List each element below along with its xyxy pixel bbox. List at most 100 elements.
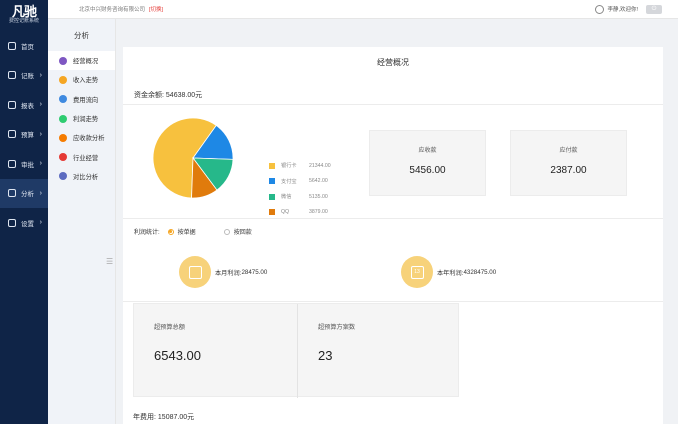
submenu-item-0[interactable]: 经营概况 (48, 51, 115, 71)
home-icon (8, 41, 16, 50)
logo-text: 凡驰 (11, 4, 37, 19)
receivable-card[interactable]: 应收款 5456.00 (369, 130, 486, 196)
month-profit-item: 本月利润: 28475.00 (179, 256, 267, 288)
over-budget-plans-value: 23 (318, 348, 333, 363)
month-profit-label: 本月利润: (215, 269, 242, 277)
radio-label: 按单据 (177, 230, 196, 236)
submenu-item-icon (59, 75, 67, 84)
legend-swatch (269, 193, 275, 200)
radio-button[interactable] (167, 228, 174, 235)
annual-cost-line: 年费用: 15087.00元 (133, 412, 194, 422)
submenu-item-label: 经营概况 (73, 58, 99, 66)
legend-swatch (269, 162, 275, 169)
legend-item: 支付宝 5642.00 (269, 174, 331, 190)
sidebar-item-label: 报表 (21, 102, 34, 110)
radio-label: 按回款 (233, 230, 252, 236)
switch-company-link[interactable]: [切换] (149, 5, 163, 13)
power-button[interactable]: ⏻ (646, 4, 662, 14)
profit-stats-filter: 利润统计: 按单据 按回款 (134, 227, 280, 236)
submenu-item-label: 费用流向 (73, 96, 99, 104)
receivable-label: 应收款 (418, 148, 437, 154)
fund-pie-chart (152, 117, 234, 199)
annual-cost-value: 15087.00元 (157, 414, 195, 421)
annual-cost-label: 年费用: (133, 414, 156, 421)
submenu-item-icon (59, 133, 67, 142)
sub-menu-title: 分析 (74, 30, 89, 40)
logo-subtitle: 费控记账系统 (8, 18, 39, 24)
radio-button[interactable] (223, 228, 230, 235)
sidebar-item-label: 预算 (21, 132, 34, 140)
report-icon (8, 100, 16, 109)
over-budget-plans-card[interactable]: 超预算方案数 23 (297, 304, 459, 398)
chevron-right-icon: › (39, 189, 42, 197)
month-profit-value: 28475.00 (241, 268, 268, 276)
sidebar-item-0[interactable]: 首页 (0, 31, 48, 61)
sidebar-item-5[interactable]: 分析 › (0, 178, 48, 208)
balance-value: 54638.00元 (165, 92, 203, 99)
sidebar-item-4[interactable]: 审批 › (0, 149, 48, 179)
page-title: 经营概况 (377, 58, 409, 67)
legend-item: 银行卡 21344.00 (269, 158, 331, 174)
payable-card[interactable]: 应付款 2387.00 (510, 130, 627, 196)
chevron-right-icon: › (39, 219, 42, 227)
legend-item: 微信 5135.00 (269, 189, 331, 205)
submenu-item-label: 行业经营 (73, 154, 99, 162)
main-panel: 经营概况 资金余额: 54638.00元 银行卡 21344.00 支付宝 5642.… (123, 47, 663, 424)
submenu-item-label: 应收款分析 (73, 135, 105, 143)
sidebar-item-6[interactable]: 设置 › (0, 208, 48, 238)
submenu-item-2[interactable]: 费用流向 (48, 90, 115, 109)
user-icon (595, 4, 605, 14)
over-budget-total-card[interactable]: 超预算总额 6543.00 (134, 304, 296, 398)
chevron-right-icon: › (39, 130, 42, 138)
balance-line: 资金余额: 54638.00元 (134, 90, 202, 100)
submenu-item-3[interactable]: 利润走势 (48, 109, 115, 128)
calendar-badge: 13 (410, 265, 424, 279)
radio-by-collection[interactable]: 按回款 (223, 227, 252, 236)
legend-label: QQ (281, 209, 290, 216)
sidebar-item-label: 审批 (21, 161, 34, 169)
legend-label: 支付宝 (281, 178, 297, 185)
sidebar-item-label: 首页 (21, 43, 34, 51)
year-profit-label: 本年利润: (437, 269, 464, 277)
over-budget-total-label: 超预算总额 (154, 324, 185, 331)
divider (123, 104, 663, 105)
submenu-item-6[interactable]: 对比分析 (48, 167, 115, 186)
budget-summary: 超预算总额 6543.00 超预算方案数 23 (133, 303, 459, 398)
sidebar-item-2[interactable]: 报表 › (0, 90, 48, 120)
legend-value: 21344.00 (309, 162, 331, 169)
legend-swatch (269, 209, 275, 216)
submenu-item-4[interactable]: 应收款分析 (48, 128, 115, 147)
year-profit-item: 13 本年利润: 4328475.00 (401, 256, 496, 288)
chevron-right-icon: › (39, 101, 42, 109)
collapse-handle-icon[interactable]: ☰ (106, 257, 113, 266)
balance-label: 资金余额: (134, 92, 164, 99)
settings-icon (8, 218, 16, 227)
chevron-right-icon: › (39, 71, 42, 79)
company-name: 北京中兴财务咨询有限公司 (79, 7, 146, 13)
sidebar-item-label: 设置 (21, 220, 34, 228)
submenu-item-5[interactable]: 行业经营 (48, 147, 115, 166)
analysis-icon (8, 189, 16, 198)
legend-swatch (269, 178, 275, 185)
submenu-item-label: 对比分析 (73, 173, 99, 181)
sidebar-item-1[interactable]: 记账 › (0, 61, 48, 91)
payable-label: 应付款 (559, 148, 578, 154)
receivable-value: 5456.00 (409, 165, 446, 176)
submenu-item-icon (59, 95, 67, 104)
legend-label: 银行卡 (281, 163, 297, 170)
submenu-item-1[interactable]: 收入走势 (48, 70, 115, 89)
divider (123, 301, 663, 302)
legend-value: 3879.00 (309, 209, 328, 216)
budget-icon (8, 130, 16, 139)
sidebar-item-label: 分析 (21, 191, 34, 199)
submenu-item-icon (59, 114, 67, 123)
approval-icon (8, 159, 16, 168)
chevron-right-icon: › (39, 160, 42, 168)
over-budget-plans-label: 超预算方案数 (318, 324, 356, 331)
radio-by-document[interactable]: 按单据 (167, 227, 196, 236)
main-sidebar: 凡驰 费控记账系统 首页记账 › 报表 › 预算 › 审批 › 分析 › 设置 › (0, 0, 48, 424)
submenu-item-icon (59, 153, 67, 162)
pie-legend: 银行卡 21344.00 支付宝 5642.00 微信 5135.00 QQ 3879.00 (269, 158, 331, 220)
sidebar-item-3[interactable]: 预算 › (0, 120, 48, 150)
submenu-item-label: 收入走势 (73, 77, 99, 85)
